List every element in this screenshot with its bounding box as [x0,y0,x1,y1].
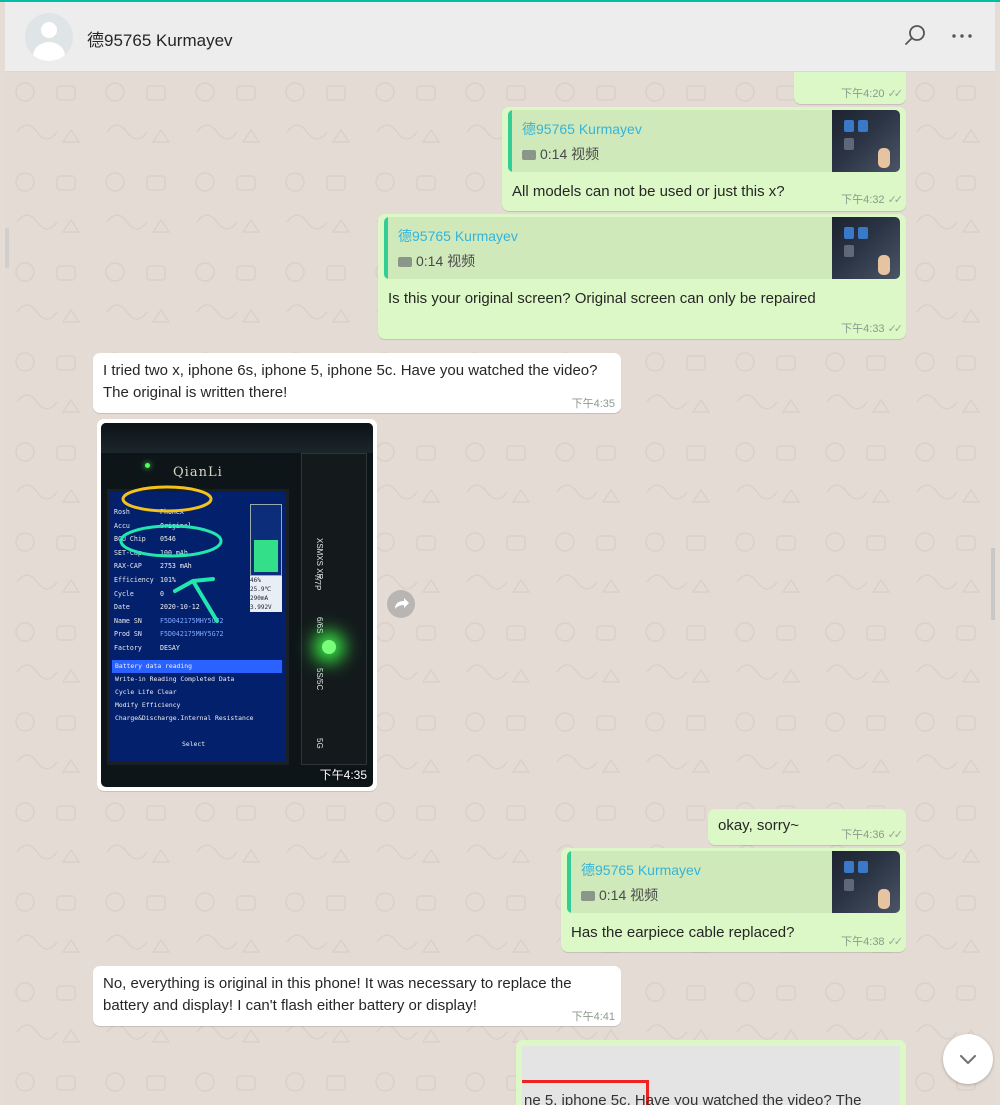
quote-bar [567,851,571,913]
message-outgoing[interactable]: okay, sorry~ 下午4:36 ✓✓ [708,809,906,845]
thumb-finger [878,889,890,909]
video-thumbnail[interactable] [832,217,900,279]
read-ticks-icon: ✓✓ [887,88,904,100]
left-edge-marker [5,228,9,268]
quoted-message[interactable]: 德95765 Kurmayev 0:14 视频 [384,217,900,279]
thumb-tile [844,245,854,257]
read-ticks-icon: ✓✓ [887,194,904,206]
read-ticks-icon: ✓✓ [887,829,904,841]
image-message[interactable]: QianLi XSMXS XR 7/7P 6/6S 5S/5C 5G Rosh P… [97,419,377,791]
message-time: 下午4:38 ✓✓ [841,936,904,948]
thumb-tile [858,861,868,873]
quote-author: 德95765 Kurmayev [522,121,642,137]
search-icon[interactable] [902,22,930,50]
video-camera-icon [398,257,412,268]
scrollbar-thumb[interactable] [991,548,995,620]
quote-caption: 0:14 视频 [581,885,658,905]
message-time: 下午4:20 ✓✓ [841,88,904,100]
message-time: 下午4:33 ✓✓ [841,323,904,335]
thumb-tile [858,227,868,239]
more-horizontal-icon[interactable] [948,22,976,50]
message-outgoing[interactable]: 德95765 Kurmayev 0:14 视频 All models can n… [502,107,906,211]
thumb-finger [878,148,890,168]
scroll-down-button[interactable] [943,1034,993,1084]
quote-author: 德95765 Kurmayev [398,228,518,244]
quoted-message[interactable]: 德95765 Kurmayev 0:14 视频 [508,110,900,172]
thumb-finger [878,255,890,275]
message-text: No, everything is original in this phone… [103,975,572,1014]
quote-caption: 0:14 视频 [522,144,599,164]
message-incoming[interactable]: I tried two x, iphone 6s, iphone 5, ipho… [93,353,621,413]
quote-author: 德95765 Kurmayev [581,862,701,878]
forward-icon[interactable] [387,590,415,618]
thumb-tile [844,138,854,150]
chat-header: 德95765 Kurmayev [5,2,995,72]
message-outgoing[interactable]: ne 5, iphone 5c. Have you watched the vi… [516,1040,906,1105]
avatar[interactable] [25,13,73,61]
message-text: All models can not be used or just this … [512,183,785,200]
message-time: 下午4:41 [571,1011,615,1023]
thumb-tile [844,227,854,239]
message-time: 下午4:35 [319,768,367,782]
thumb-tile [844,879,854,891]
thumb-tile [858,120,868,132]
message-text: I tried two x, iphone 6s, iphone 5, ipho… [103,362,598,401]
quote-bar [384,217,388,279]
quoted-message[interactable]: 德95765 Kurmayev 0:14 视频 [567,851,900,913]
message-outgoing[interactable]: 下午4:20 ✓✓ [794,72,906,104]
quote-caption: 0:14 视频 [398,251,475,271]
video-thumbnail[interactable] [832,110,900,172]
read-ticks-icon: ✓✓ [887,323,904,335]
video-camera-icon [522,150,536,161]
message-time: 下午4:35 [571,398,615,410]
message-time: 下午4:36 ✓✓ [841,829,904,841]
message-outgoing[interactable]: 德95765 Kurmayev 0:14 视频 Is this your ori… [378,214,906,339]
message-text: Has the earpiece cable replaced? [571,924,795,941]
chevron-down-icon [959,1054,977,1065]
contact-name[interactable]: 德95765 Kurmayev [87,26,233,51]
quote-bar [508,110,512,172]
thumb-tile [844,120,854,132]
message-text: okay, sorry~ [718,817,799,834]
video-thumbnail[interactable] [832,851,900,913]
message-text: Is this your original screen? Original s… [388,290,816,307]
message-list[interactable]: 下午4:20 ✓✓ 德95765 Kurmayev 0:14 视频 All mod… [5,72,995,1105]
avatar-body [33,42,65,61]
battery-tester-photo[interactable]: QianLi XSMXS XR 7/7P 6/6S 5S/5C 5G Rosh P… [101,423,373,787]
screenshot-preview[interactable]: ne 5, iphone 5c. Have you watched the vi… [522,1046,900,1105]
thumb-tile [844,861,854,873]
message-incoming[interactable]: No, everything is original in this phone… [93,966,621,1026]
annotation-scribbles [119,485,223,623]
video-camera-icon [581,891,595,902]
message-outgoing[interactable]: 德95765 Kurmayev 0:14 视频 Has the earpiece… [561,848,906,952]
read-ticks-icon: ✓✓ [887,936,904,948]
preview-text: ne 5, iphone 5c. Have you watched the vi… [524,1092,862,1105]
message-time: 下午4:32 ✓✓ [841,194,904,206]
avatar-head [41,22,57,38]
